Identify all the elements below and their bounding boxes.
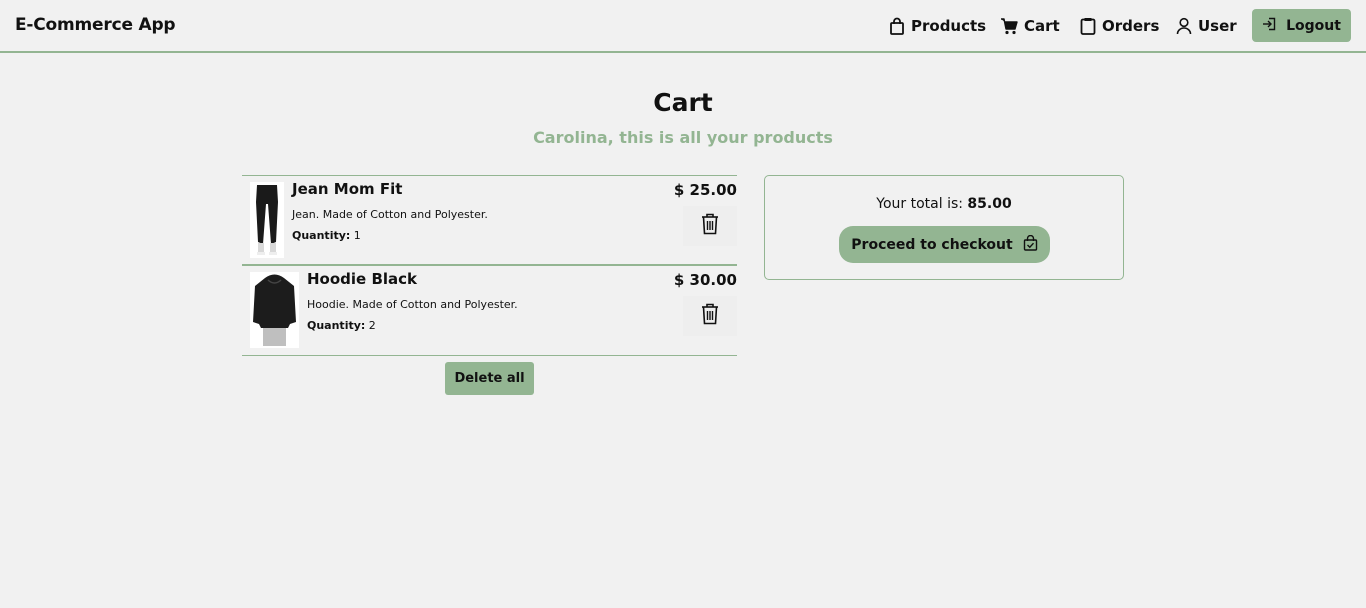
quantity-value: 1 <box>353 229 361 242</box>
product-image-hoodie <box>250 272 299 348</box>
delete-all-button[interactable]: Delete all <box>445 362 534 395</box>
checkout-label: Proceed to checkout <box>851 236 1013 253</box>
cart-item: Hoodie Black Hoodie. Made of Cotton and … <box>242 266 737 356</box>
item-price: $ 25.00 <box>673 181 737 199</box>
user-icon <box>1176 17 1192 35</box>
cart-list: Jean Mom Fit Jean. Made of Cotton and Po… <box>242 175 737 356</box>
cart-item: Jean Mom Fit Jean. Made of Cotton and Po… <box>242 176 737 266</box>
nav-cart-label: Cart <box>1024 17 1060 35</box>
quantity-label: Quantity: <box>292 229 351 242</box>
item-description: Hoodie. Made of Cotton and Polyester. <box>307 298 518 311</box>
total-line: Your total is: 85.00 <box>765 196 1123 212</box>
total-value: 85.00 <box>967 196 1012 212</box>
item-name: Hoodie Black <box>307 270 418 288</box>
cart-icon <box>1000 17 1018 35</box>
nav-products-link[interactable]: Products <box>889 15 986 37</box>
bag-icon <box>889 17 905 35</box>
navbar: E-Commerce App Products Cart Orders User… <box>0 0 1366 53</box>
nav-orders-link[interactable]: Orders <box>1080 15 1159 37</box>
order-summary: Your total is: 85.00 Proceed to checkout <box>764 175 1124 280</box>
item-price: $ 30.00 <box>673 271 737 289</box>
quantity-label: Quantity: <box>307 319 366 332</box>
nav-orders-label: Orders <box>1102 17 1160 35</box>
checkout-button[interactable]: Proceed to checkout <box>839 226 1050 263</box>
delete-item-button[interactable] <box>683 296 737 336</box>
nav-user-label: User <box>1198 17 1237 35</box>
logout-icon <box>1262 17 1276 35</box>
item-name: Jean Mom Fit <box>292 180 403 198</box>
trash-icon <box>701 303 719 329</box>
trash-icon <box>701 213 719 239</box>
nav-products-label: Products <box>911 17 987 35</box>
logout-label: Logout <box>1286 17 1341 34</box>
nav-cart-link[interactable]: Cart <box>1000 15 1060 37</box>
logout-button[interactable]: Logout <box>1252 9 1351 42</box>
product-image-jeans <box>250 182 284 258</box>
total-label: Your total is: <box>876 196 963 212</box>
page-title: Cart <box>653 88 713 117</box>
delete-item-button[interactable] <box>683 206 737 246</box>
nav-links: Products Cart Orders User <box>0 0 1366 51</box>
quantity-value: 2 <box>368 319 376 332</box>
delete-all-wrapper: Delete all <box>242 362 737 395</box>
item-quantity: Quantity: 1 <box>292 229 361 242</box>
nav-user-link[interactable]: User <box>1176 15 1237 37</box>
page-subtitle: Carolina, this is all your products <box>533 128 833 147</box>
bag-check-icon <box>1023 234 1038 255</box>
item-description: Jean. Made of Cotton and Polyester. <box>292 208 488 221</box>
item-quantity: Quantity: 2 <box>307 319 376 332</box>
clipboard-icon <box>1080 17 1096 35</box>
